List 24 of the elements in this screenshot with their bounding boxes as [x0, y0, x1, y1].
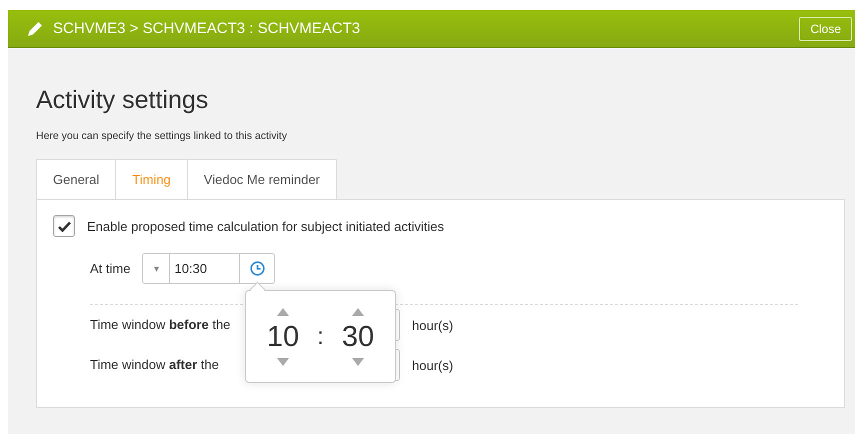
time-input[interactable]: 10:30: [170, 253, 240, 284]
unit-label: hour(s): [412, 318, 454, 332]
time-separator: :: [316, 322, 325, 350]
page-title: Activity settings: [36, 85, 210, 116]
checkmark-icon: [58, 220, 70, 232]
down-arrow-icon[interactable]: [277, 358, 290, 366]
up-arrow-icon[interactable]: [277, 308, 290, 316]
clock-icon: [250, 261, 265, 276]
field-label: Time window after the: [90, 357, 219, 372]
time-value: 30: [342, 320, 374, 354]
dropdown-button[interactable]: ▾: [142, 253, 170, 284]
tab[interactable]: General: [36, 159, 116, 199]
page-description: Here you can specify the settings linked to this activity: [36, 130, 288, 142]
clock-button[interactable]: [240, 253, 276, 284]
unit-label: hour(s): [412, 358, 454, 372]
checkbox[interactable]: [53, 215, 75, 237]
down-arrow-icon[interactable]: [352, 358, 364, 366]
window-title: SCHVME3 > SCHVMEACT3 : SCHVMEACT3: [53, 20, 362, 37]
up-arrow-icon[interactable]: [352, 308, 364, 316]
tab[interactable]: Viedoc Me reminder: [186, 159, 337, 199]
field-label: Time window before the: [90, 317, 230, 332]
time-value: 10: [266, 320, 300, 354]
at-time-label: At time: [90, 261, 130, 276]
checkbox-label: Enable proposed time calculation for subject initiated activities: [87, 218, 444, 234]
